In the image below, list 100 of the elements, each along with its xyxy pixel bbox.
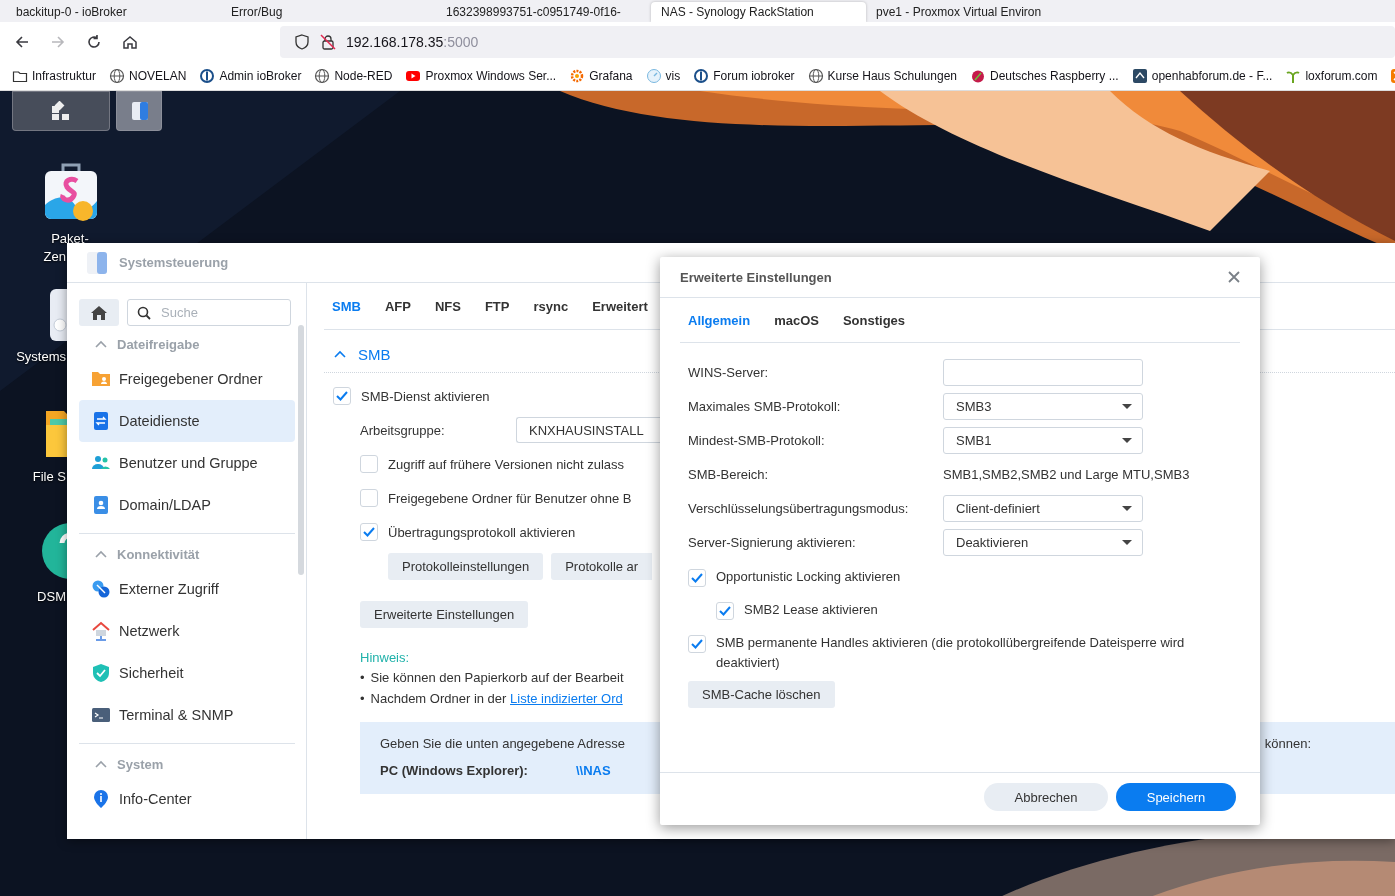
sidebar-item[interactable]: Sicherheit <box>79 652 295 694</box>
link[interactable]: Liste indizierter Ord <box>510 691 623 706</box>
tab[interactable]: Allgemein <box>688 312 751 328</box>
link-icon <box>91 579 111 599</box>
globe-icon <box>109 68 126 84</box>
checkbox[interactable] <box>688 569 706 587</box>
ring-icon <box>693 68 710 84</box>
protocol-button[interactable]: Protokolleinstellungen <box>388 552 544 580</box>
checkbox-label: Opportunistic Locking aktivieren <box>716 568 902 586</box>
browser-tab[interactable]: Error/Bug <box>221 2 436 22</box>
desktop-icon-label[interactable]: Paket- <box>51 231 89 246</box>
taskbar-button[interactable] <box>12 91 110 131</box>
ring-icon <box>199 68 216 84</box>
home-button[interactable] <box>79 299 119 326</box>
checkbox[interactable] <box>360 523 378 541</box>
bullet: • <box>360 670 365 687</box>
bookmark[interactable]: loxforum.com <box>1285 68 1378 84</box>
window-title: Systemsteuerung <box>119 255 229 270</box>
checkbox[interactable] <box>688 635 706 653</box>
checkbox[interactable] <box>716 602 734 620</box>
bookmark[interactable]: Kurse Haus Schulungen <box>807 68 957 84</box>
browser-tab[interactable]: backitup-0 - ioBroker <box>6 2 221 22</box>
desktop-icon-label[interactable]: Zen <box>43 249 66 264</box>
checkbox-label: Zugriff auf frühere Versionen nicht zulass <box>388 456 625 472</box>
bookmark[interactable]: Node-RED <box>314 68 393 84</box>
sidebar-item[interactable]: Dateidienste <box>79 400 295 442</box>
field-label: Server-Signierung aktivieren: <box>688 534 857 550</box>
chevron-up-icon[interactable] <box>95 760 107 768</box>
checkbox[interactable] <box>360 455 378 473</box>
bookmark[interactable]: Forum iobroker <box>693 68 795 84</box>
bookmark[interactable]: vis <box>645 68 681 84</box>
search-field[interactable]: Suche <box>127 299 291 326</box>
roof-icon <box>1131 68 1148 84</box>
browser-tab[interactable]: NAS - Synology RackStation <box>651 2 866 22</box>
checkbox-label: SMB2 Lease aktivieren <box>744 601 878 619</box>
bookmark[interactable]: Proxmox Windows Ser... <box>405 68 557 84</box>
desktop-icon-label[interactable]: File S <box>32 469 66 484</box>
bookmark[interactable]: Admin ioBroker <box>199 68 302 84</box>
terminal-icon <box>91 705 111 725</box>
close-button[interactable] <box>1228 271 1240 283</box>
shield-check-icon <box>91 663 111 683</box>
bookmark[interactable]: Grafana <box>569 68 633 84</box>
checkbox[interactable] <box>333 387 351 405</box>
instruction-text: können: <box>1264 736 1311 751</box>
sidebar-item[interactable]: Benutzer und Gruppe <box>79 442 295 484</box>
sidebar-item[interactable]: Netzwerk <box>79 610 295 652</box>
browser-tab[interactable]: pve1 - Proxmox Virtual Environ <box>866 2 1081 22</box>
bookmark[interactable]: NOVELAN <box>109 68 187 84</box>
bookmark[interactable]: Infrastruktur <box>12 68 97 84</box>
house-icon <box>91 621 111 641</box>
field-value: SMB1,SMB2,SMB2 und Large MTU,SMB3 <box>943 466 1190 482</box>
dropdown[interactable]: SMB1 <box>943 426 1143 454</box>
globe-icon <box>807 68 824 84</box>
chevron-up-icon[interactable] <box>95 550 107 558</box>
control-panel-icon <box>132 102 148 120</box>
field-label: Verschlüsselungsübertragungsmodus: <box>688 500 910 516</box>
tab[interactable]: Erweitert <box>592 298 648 314</box>
dialog-title: Erweiterte Einstellungen <box>680 269 832 285</box>
shield-icon <box>294 34 310 50</box>
checkbox[interactable] <box>360 489 378 507</box>
address-bar[interactable]: 192.168.178.35:5000 <box>280 26 1395 58</box>
caret-icon <box>1122 437 1132 443</box>
taskbar-button[interactable] <box>116 91 162 131</box>
tab[interactable]: macOS <box>774 312 819 328</box>
sidebar-item[interactable]: Externer Zugriff <box>79 568 295 610</box>
chevron-up-icon[interactable] <box>95 340 107 348</box>
info-pin-icon <box>91 789 111 809</box>
tab[interactable]: rsync <box>533 298 569 314</box>
checkbox-label: Übertragungsprotokoll aktivieren <box>388 524 576 540</box>
sidebar-item[interactable]: Terminal & SNMP <box>79 694 295 736</box>
sidebar-item[interactable]: Freigegebener Ordner <box>79 358 295 400</box>
crossed-lock-icon <box>320 34 336 50</box>
sidebar-item[interactable]: Domain/LDAP <box>79 484 295 526</box>
save-button[interactable]: Speichern <box>1116 783 1236 811</box>
sidebar-item[interactable]: Info-Center <box>79 778 295 820</box>
tab[interactable]: NFS <box>434 298 461 314</box>
tab[interactable]: SMB <box>332 298 361 314</box>
dropdown[interactable]: Deaktivieren <box>943 528 1143 556</box>
browser-tab[interactable]: 1632398993751-c0951749-0f16- <box>436 2 651 22</box>
section-title[interactable]: SMB <box>358 345 391 363</box>
input-field[interactable] <box>943 358 1143 386</box>
bookmark[interactable]: openhabforum.de - F... <box>1131 68 1273 84</box>
field-label: Arbeitsgruppe: <box>360 422 446 438</box>
caret-icon <box>1122 539 1132 545</box>
cancel-button[interactable]: Abbrechen <box>984 783 1108 811</box>
protocol-button[interactable]: Protokolle ar <box>551 552 653 580</box>
advanced-settings-button[interactable]: Erweiterte Einstellungen <box>360 601 529 628</box>
clear-cache-button[interactable]: SMB-Cache löschen <box>688 681 835 708</box>
chevron-up-icon[interactable] <box>334 350 346 358</box>
scrollbar[interactable] <box>298 325 304 575</box>
dropdown[interactable]: SMB3 <box>943 392 1143 420</box>
dropdown[interactable]: Client-definiert <box>943 494 1143 522</box>
tab[interactable]: Sonstiges <box>842 312 906 328</box>
bookmark[interactable]: Deutsches Raspberry ... <box>970 68 1119 84</box>
tab[interactable]: AFP <box>384 298 411 314</box>
desktop-icon-label[interactable]: DSM <box>37 589 66 604</box>
tab[interactable]: FTP <box>484 298 510 314</box>
desktop-icon-label[interactable]: Systems <box>16 349 66 364</box>
field-label: Mindest-SMB-Protokoll: <box>688 432 826 448</box>
play-icon <box>405 68 422 84</box>
